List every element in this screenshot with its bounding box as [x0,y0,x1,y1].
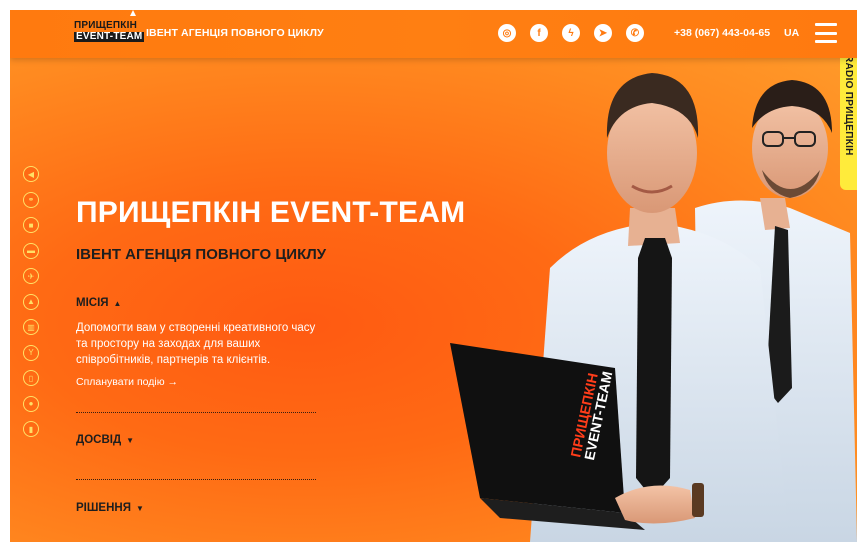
team-photo: ПРИЩЕПКІН EVENT-TEAM [450,73,857,542]
accordion-experience-label: ДОСВІД [76,434,122,446]
logo-pin-icon [130,10,136,16]
header-tagline: ІВЕНТ АГЕНЦІЯ ПОВНОГО ЦИКЛУ [146,27,324,39]
megaphone-icon[interactable]: ◀ [23,166,39,182]
briefcase-icon[interactable]: ■ [23,217,39,233]
menu-bar [815,31,837,35]
telegram-icon[interactable]: ➤ [594,24,612,42]
hero-section: ◀ ⚭ ■ ▬ ✈ ▲ ▥ Y ▯ ● ▮ ПРИЩЕПКІН EVENT-TE… [10,58,857,542]
mission-text: Допомогти вам у створенні креативного ча… [76,322,316,366]
bicycle-icon[interactable]: ⚭ [23,191,39,208]
social-links: ◎ f ϟ ➤ ✆ [498,24,644,42]
rocket-icon[interactable]: ▲ [23,293,39,310]
chevron-down-icon: ▼ [126,435,135,445]
menu-bar [815,23,837,26]
logo[interactable]: ПРИЩЕПКІН EVENT-TEAM [74,20,145,42]
radio-tab-label: RADIO ПРИЩЕПКІН [843,54,854,156]
accordion-mission-label: МІСІЯ [76,297,109,309]
bottle-icon[interactable]: ▮ [23,421,39,437]
messenger-icon[interactable]: ϟ [562,24,580,42]
phone-link[interactable]: +38 (067) 443-04-65 [674,27,770,39]
page: ПРИЩЕПКІН EVENT-TEAM ІВЕНТ АГЕНЦІЯ ПОВНО… [10,10,857,542]
logo-line-1: ПРИЩЕПКІН [74,20,137,31]
phone-icon[interactable]: ▯ [23,370,39,386]
language-switcher[interactable]: UA [784,27,799,39]
trophy-icon[interactable]: Y [23,344,39,361]
menu-icon[interactable] [815,23,837,43]
viber-icon[interactable]: ✆ [626,24,644,42]
airplane-icon[interactable]: ✈ [23,268,39,284]
side-icon-nav: ◀ ⚭ ■ ▬ ✈ ▲ ▥ Y ▯ ● ▮ [23,166,39,437]
ball-icon[interactable]: ● [23,395,39,412]
bus-icon[interactable]: ▬ [23,242,39,259]
hero-subtitle: ІВЕНТ АГЕНЦІЯ ПОВНОГО ЦИКЛУ [76,246,327,263]
accordion-experience[interactable]: ДОСВІД ▼ [76,434,134,446]
accordion-solutions[interactable]: РІШЕННЯ ▼ [76,502,144,514]
menu-bar [815,40,837,43]
accordion-mission[interactable]: МІСІЯ ▲ [76,297,121,309]
chevron-down-icon: ▼ [135,503,144,513]
building-icon[interactable]: ▥ [23,319,39,335]
chevron-up-icon: ▲ [113,298,122,308]
instagram-icon[interactable]: ◎ [498,24,516,42]
facebook-icon[interactable]: f [530,24,548,42]
plan-event-link[interactable]: Спланувати подію → [76,376,178,388]
hero-title: ПРИЩЕПКІН EVENT-TEAM [76,196,466,229]
site-header: ПРИЩЕПКІН EVENT-TEAM ІВЕНТ АГЕНЦІЯ ПОВНО… [10,10,857,58]
accordion-solutions-label: РІШЕННЯ [76,502,131,514]
logo-line-2: EVENT-TEAM [74,31,145,42]
divider [76,479,316,480]
divider [76,412,316,413]
